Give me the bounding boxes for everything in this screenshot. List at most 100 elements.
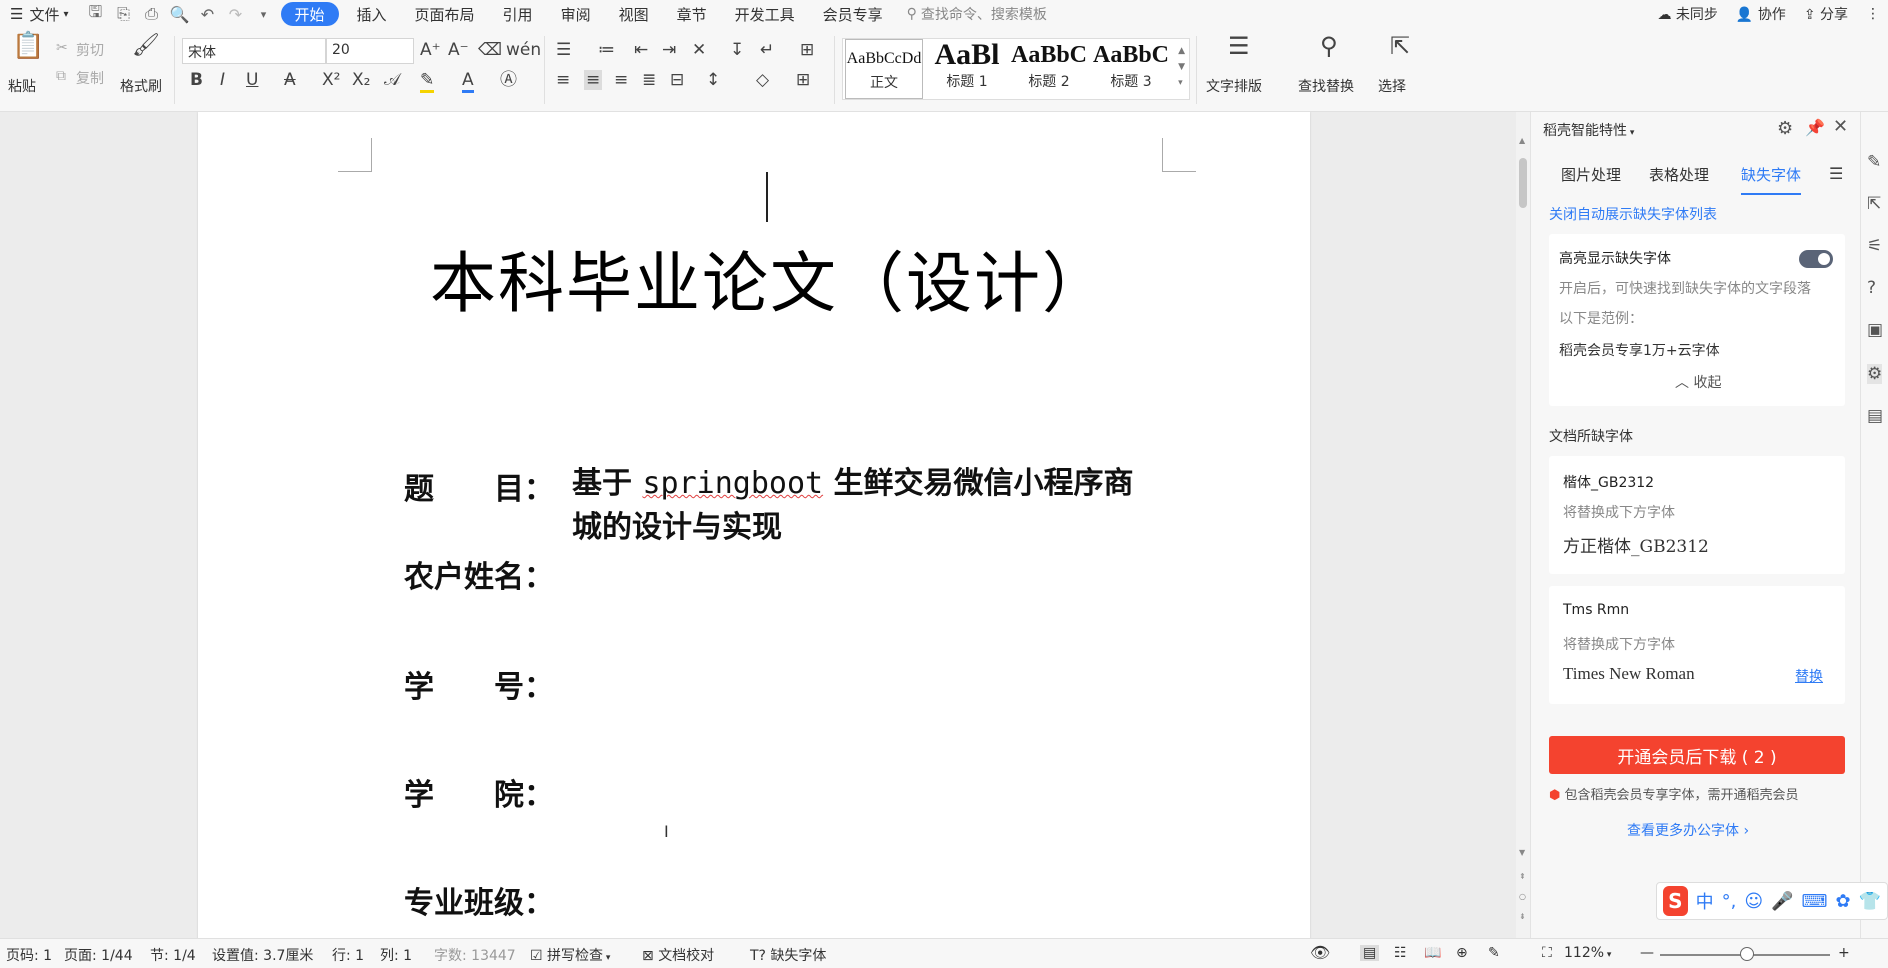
help-icon[interactable]: ? (1867, 278, 1876, 298)
panel-menu-icon[interactable]: ☰ (1829, 164, 1843, 183)
missing-font-button[interactable]: T? 缺失字体 (750, 945, 826, 965)
download-fonts-button[interactable]: 开通会员后下载 ( 2 ) (1549, 736, 1845, 774)
panel-header[interactable]: 稻壳智能特性 ▾ (1543, 120, 1634, 140)
increase-indent-icon[interactable]: ⇥ (662, 40, 676, 60)
redo-icon[interactable]: ↷ (225, 5, 247, 24)
style-heading-1[interactable]: AaBl 标题 1 (927, 39, 1007, 99)
font-tool-icon[interactable]: ⚙ (1867, 364, 1883, 384)
proofread-button[interactable]: ⊠ 文档校对 (642, 945, 714, 965)
font-size-select[interactable]: 20 (326, 38, 414, 64)
skin-icon[interactable]: ✿ (1835, 891, 1850, 912)
document-page[interactable]: 本科毕业论文（设计） 题 目： 基于 springboot 生鲜交易微信小程序商… (198, 112, 1310, 938)
file-menu[interactable]: ☰ 文件 ▾ (0, 0, 79, 28)
bold-icon[interactable]: B (190, 70, 203, 90)
strikethrough-icon[interactable]: A (284, 70, 296, 90)
numbering-icon[interactable]: ≔ (598, 40, 615, 60)
tab-insert[interactable]: 插入 (347, 0, 397, 28)
ruler-icon[interactable]: ⊞ (800, 40, 814, 60)
tab-image-processing[interactable]: 图片处理 (1561, 164, 1621, 185)
subscript-icon[interactable]: X₂ (352, 70, 370, 90)
justify-icon[interactable]: ≣ (642, 70, 656, 90)
text-layout-button[interactable]: 文字排版 (1206, 76, 1262, 96)
superscript-icon[interactable]: X² (322, 70, 340, 90)
format-painter-button[interactable]: 格式刷 (120, 76, 162, 96)
style-heading-2[interactable]: AaBbC 标题 2 (1009, 39, 1089, 99)
emoji-icon[interactable]: ☺ (1744, 891, 1763, 912)
tab-developer[interactable]: 开发工具 (725, 0, 805, 28)
close-auto-show-link[interactable]: 关闭自动展示缺失字体列表 (1549, 204, 1717, 224)
zoom-in-icon[interactable]: + (1838, 945, 1850, 961)
clear-format-icon[interactable]: ⌫ (478, 40, 502, 60)
undo-icon[interactable]: ↶ (197, 5, 219, 24)
show-marks-icon[interactable]: ↵ (760, 40, 774, 60)
sync-button[interactable]: ☁ 未同步 (1657, 4, 1717, 24)
punctuation-icon[interactable]: °, (1722, 891, 1737, 912)
keyboard-icon[interactable]: ⌨ (1802, 891, 1828, 912)
format-painter-icon[interactable]: 🖌 (132, 35, 160, 57)
prev-page-icon[interactable]: ⇞ (1519, 872, 1526, 881)
decrease-indent-icon[interactable]: ⇤ (634, 40, 648, 60)
print-icon[interactable]: ⎙ (141, 4, 163, 24)
paste-icon[interactable]: 📋 (12, 33, 44, 59)
tab-page-layout[interactable]: 页面布局 (405, 0, 485, 28)
select-cursor-icon[interactable]: ⇱ (1390, 34, 1410, 58)
underline-icon[interactable]: U (246, 70, 258, 90)
reading-view-icon[interactable]: 📖 (1424, 945, 1441, 961)
status-page-no[interactable]: 页码: 1 (6, 945, 52, 965)
find-replace-icon[interactable]: ⚲ (1320, 34, 1338, 58)
paste-button[interactable]: 粘贴 (8, 76, 36, 96)
spelling-error-word[interactable]: springboot (642, 466, 823, 501)
collapse-button[interactable]: ︿ 收起 (1675, 372, 1721, 392)
mic-icon[interactable]: 🎤 (1771, 891, 1793, 912)
page-view-icon[interactable]: ▤ (1360, 945, 1380, 961)
text-layout-icon[interactable]: ☰ (1228, 34, 1250, 58)
select-button[interactable]: 选择 (1378, 76, 1406, 96)
ime-toolbar[interactable]: S 中 °, ☺ 🎤 ⌨ ✿ 👕 (1656, 882, 1888, 920)
gallery-scroll-icon[interactable]: ▲ ▼ ▾ (1178, 43, 1185, 91)
web-view-icon[interactable]: ⊕ (1456, 945, 1468, 961)
scroll-down-icon[interactable]: ▼ (1519, 848, 1525, 857)
ime-mode[interactable]: 中 (1696, 888, 1714, 914)
cursor-icon[interactable]: ⇱ (1867, 194, 1881, 214)
tab-references[interactable]: 引用 (493, 0, 543, 28)
shading-icon[interactable]: ◇ (756, 70, 769, 90)
text-direction-icon[interactable]: ↧ (730, 40, 744, 60)
export-pdf-icon[interactable]: ⎘ (113, 4, 135, 24)
image-icon[interactable]: ▣ (1867, 320, 1883, 340)
chinese-layout-icon[interactable]: ✕ (692, 40, 706, 60)
vertical-scrollbar[interactable]: ▲ ▼ ⇞ ○ ⇟ (1516, 112, 1530, 938)
write-view-icon[interactable]: ✎ (1488, 945, 1500, 961)
zoom-out-icon[interactable]: — (1640, 945, 1654, 961)
replace-button[interactable]: 替换 (1795, 666, 1823, 686)
tab-member[interactable]: 会员专享 (813, 0, 893, 28)
style-normal[interactable]: AaBbCcDd 正文 (845, 39, 923, 99)
status-page[interactable]: 页面: 1/44 (64, 945, 133, 965)
settings-icon[interactable]: ⚙ (1777, 118, 1793, 139)
more-icon[interactable]: ⋮ (1866, 6, 1880, 22)
spell-check-button[interactable]: ☑ 拼写检查 ▾ (530, 945, 610, 965)
pin-icon[interactable]: 📌 (1805, 118, 1825, 137)
grow-font-icon[interactable]: A⁺ (420, 40, 441, 60)
font-color-icon[interactable]: A (462, 70, 474, 93)
eye-icon[interactable]: 👁 (1310, 943, 1330, 962)
status-word-count[interactable]: 字数: 13447 (434, 945, 516, 965)
command-search[interactable]: ⚲ 查找命令、搜索模板 (907, 4, 1047, 24)
outline-view-icon[interactable]: ☷ (1394, 945, 1407, 961)
save-icon[interactable]: 🖫 (85, 1, 107, 28)
align-center-icon[interactable]: ≡ (584, 70, 603, 90)
highlight-icon[interactable]: ✎ (420, 70, 435, 93)
shrink-font-icon[interactable]: A⁻ (448, 40, 469, 60)
tab-missing-fonts[interactable]: 缺失字体 (1741, 164, 1802, 195)
zoom-level[interactable]: 112% ▾ (1564, 945, 1611, 961)
italic-icon[interactable]: I (220, 70, 225, 90)
pen-icon[interactable]: ✎ (1867, 152, 1881, 172)
align-right-icon[interactable]: ≡ (614, 70, 628, 90)
status-setting[interactable]: 设置值: 3.7厘米 (212, 945, 313, 965)
borders-icon[interactable]: ⊞ (796, 70, 810, 90)
next-page-icon[interactable]: ⇟ (1519, 912, 1526, 921)
highlight-toggle[interactable] (1799, 250, 1833, 268)
fit-page-icon[interactable]: ⛶ (1542, 945, 1552, 961)
browse-object-icon[interactable]: ○ (1519, 892, 1526, 901)
align-left-icon[interactable]: ≡ (556, 70, 570, 90)
collaborate-button[interactable]: 👤 协作 (1736, 4, 1786, 24)
